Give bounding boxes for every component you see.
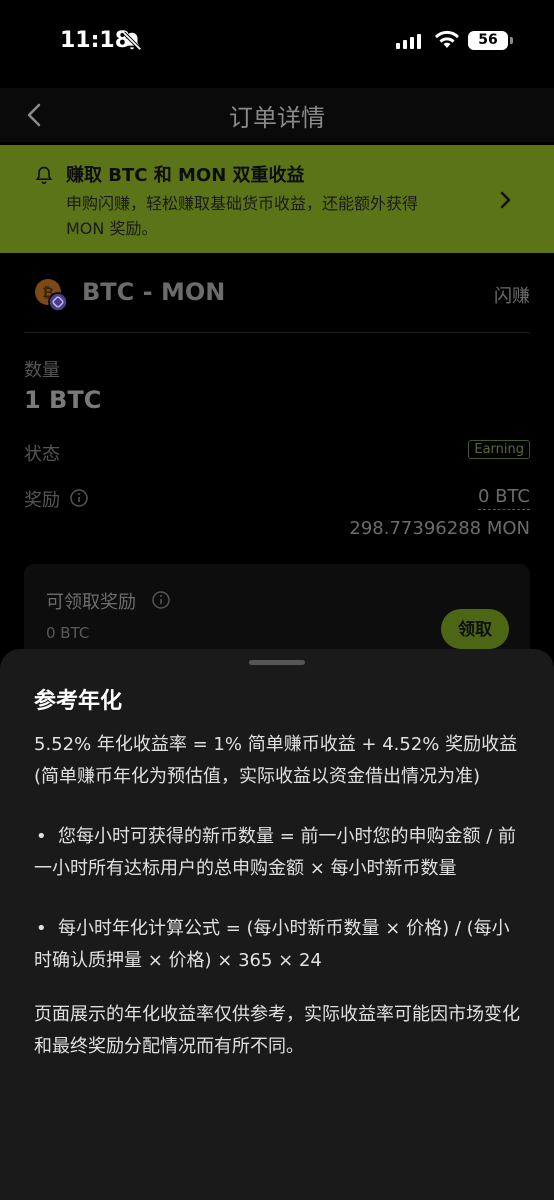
apr-formula-text: 5.52% 年化收益率 = 1% 简单赚币收益 + 4.52% 奖励收益 (简单… [34, 734, 518, 787]
status-label: 状态 [24, 444, 60, 465]
reward-btc-value[interactable]: 0 BTC [477, 486, 530, 510]
signal-icon [396, 33, 421, 49]
bullet-hourly-apr: • 每小时年化计算公式 = (每小时新币数量 × 价格) / (每小时确认质押量 … [34, 913, 524, 977]
sheet-title: 参考年化 [34, 689, 123, 714]
product-type-label: 闪赚 [494, 286, 530, 307]
promo-banner[interactable]: 赚取 BTC 和 MON 双重收益 申购闪赚，轻松赚取基础货币收益，还能额外获得… [0, 145, 554, 253]
reward-label: 奖励 [24, 490, 60, 511]
bullet-text: 每小时年化计算公式 = (每小时新币数量 × 价格) / (每小时确认质押量 ×… [34, 918, 510, 971]
disclaimer-text: 页面展示的年化收益率仅供参考，实际收益率可能因市场变化和最终奖励分配情况而有所不… [34, 1004, 520, 1057]
page-title: 订单详情 [229, 104, 325, 132]
status-bar: 11:18 56 [0, 0, 554, 80]
bullet-dot: • [36, 918, 47, 939]
header: 订单详情 [0, 88, 554, 142]
wifi-icon [435, 30, 459, 48]
bullet-new-coins: • 您每小时可获得的新币数量 = 前一小时您的申购金额 / 前一小时所有达标用户的… [34, 821, 524, 885]
bell-icon [35, 166, 53, 185]
bell-muted-icon [122, 31, 142, 51]
battery-icon: 56 [468, 31, 508, 50]
bullet-text: 您每小时可获得的新币数量 = 前一小时您的申购金额 / 前一小时所有达标用户的总… [34, 826, 517, 879]
product-pair-row: ₿ BTC - MON 闪赚 [24, 270, 530, 333]
info-icon[interactable] [152, 591, 170, 609]
pair-name: BTC - MON [82, 278, 226, 306]
banner-title: 赚取 BTC 和 MON 双重收益 [66, 165, 305, 186]
btc-mon-coin-icon: ₿ [35, 279, 68, 312]
reward-mon-value: 298.77396288 MON [349, 518, 530, 539]
bullet-dot: • [36, 826, 47, 847]
info-icon[interactable] [70, 489, 88, 507]
quantity-value: 1 BTC [24, 386, 102, 414]
claimable-title: 可领取奖励 [46, 592, 136, 613]
status-time: 11:18 [60, 28, 131, 53]
claimable-value: 0 BTC [46, 624, 90, 642]
chevron-right-icon [500, 191, 511, 209]
battery-tip [510, 37, 513, 44]
status-badge: Earning [468, 440, 530, 459]
quantity-label: 数量 [24, 360, 60, 381]
drag-handle[interactable] [249, 660, 305, 665]
claim-button[interactable]: 领取 [441, 609, 509, 649]
sheet-body: 5.52% 年化收益率 = 1% 简单赚币收益 + 4.52% 奖励收益 (简单… [34, 729, 524, 1091]
reference-apr-sheet: 参考年化 5.52% 年化收益率 = 1% 简单赚币收益 + 4.52% 奖励收… [0, 649, 554, 1200]
banner-description: 申购闪赚，轻松赚取基础货币收益，还能额外获得 MON 奖励。 [66, 194, 419, 238]
